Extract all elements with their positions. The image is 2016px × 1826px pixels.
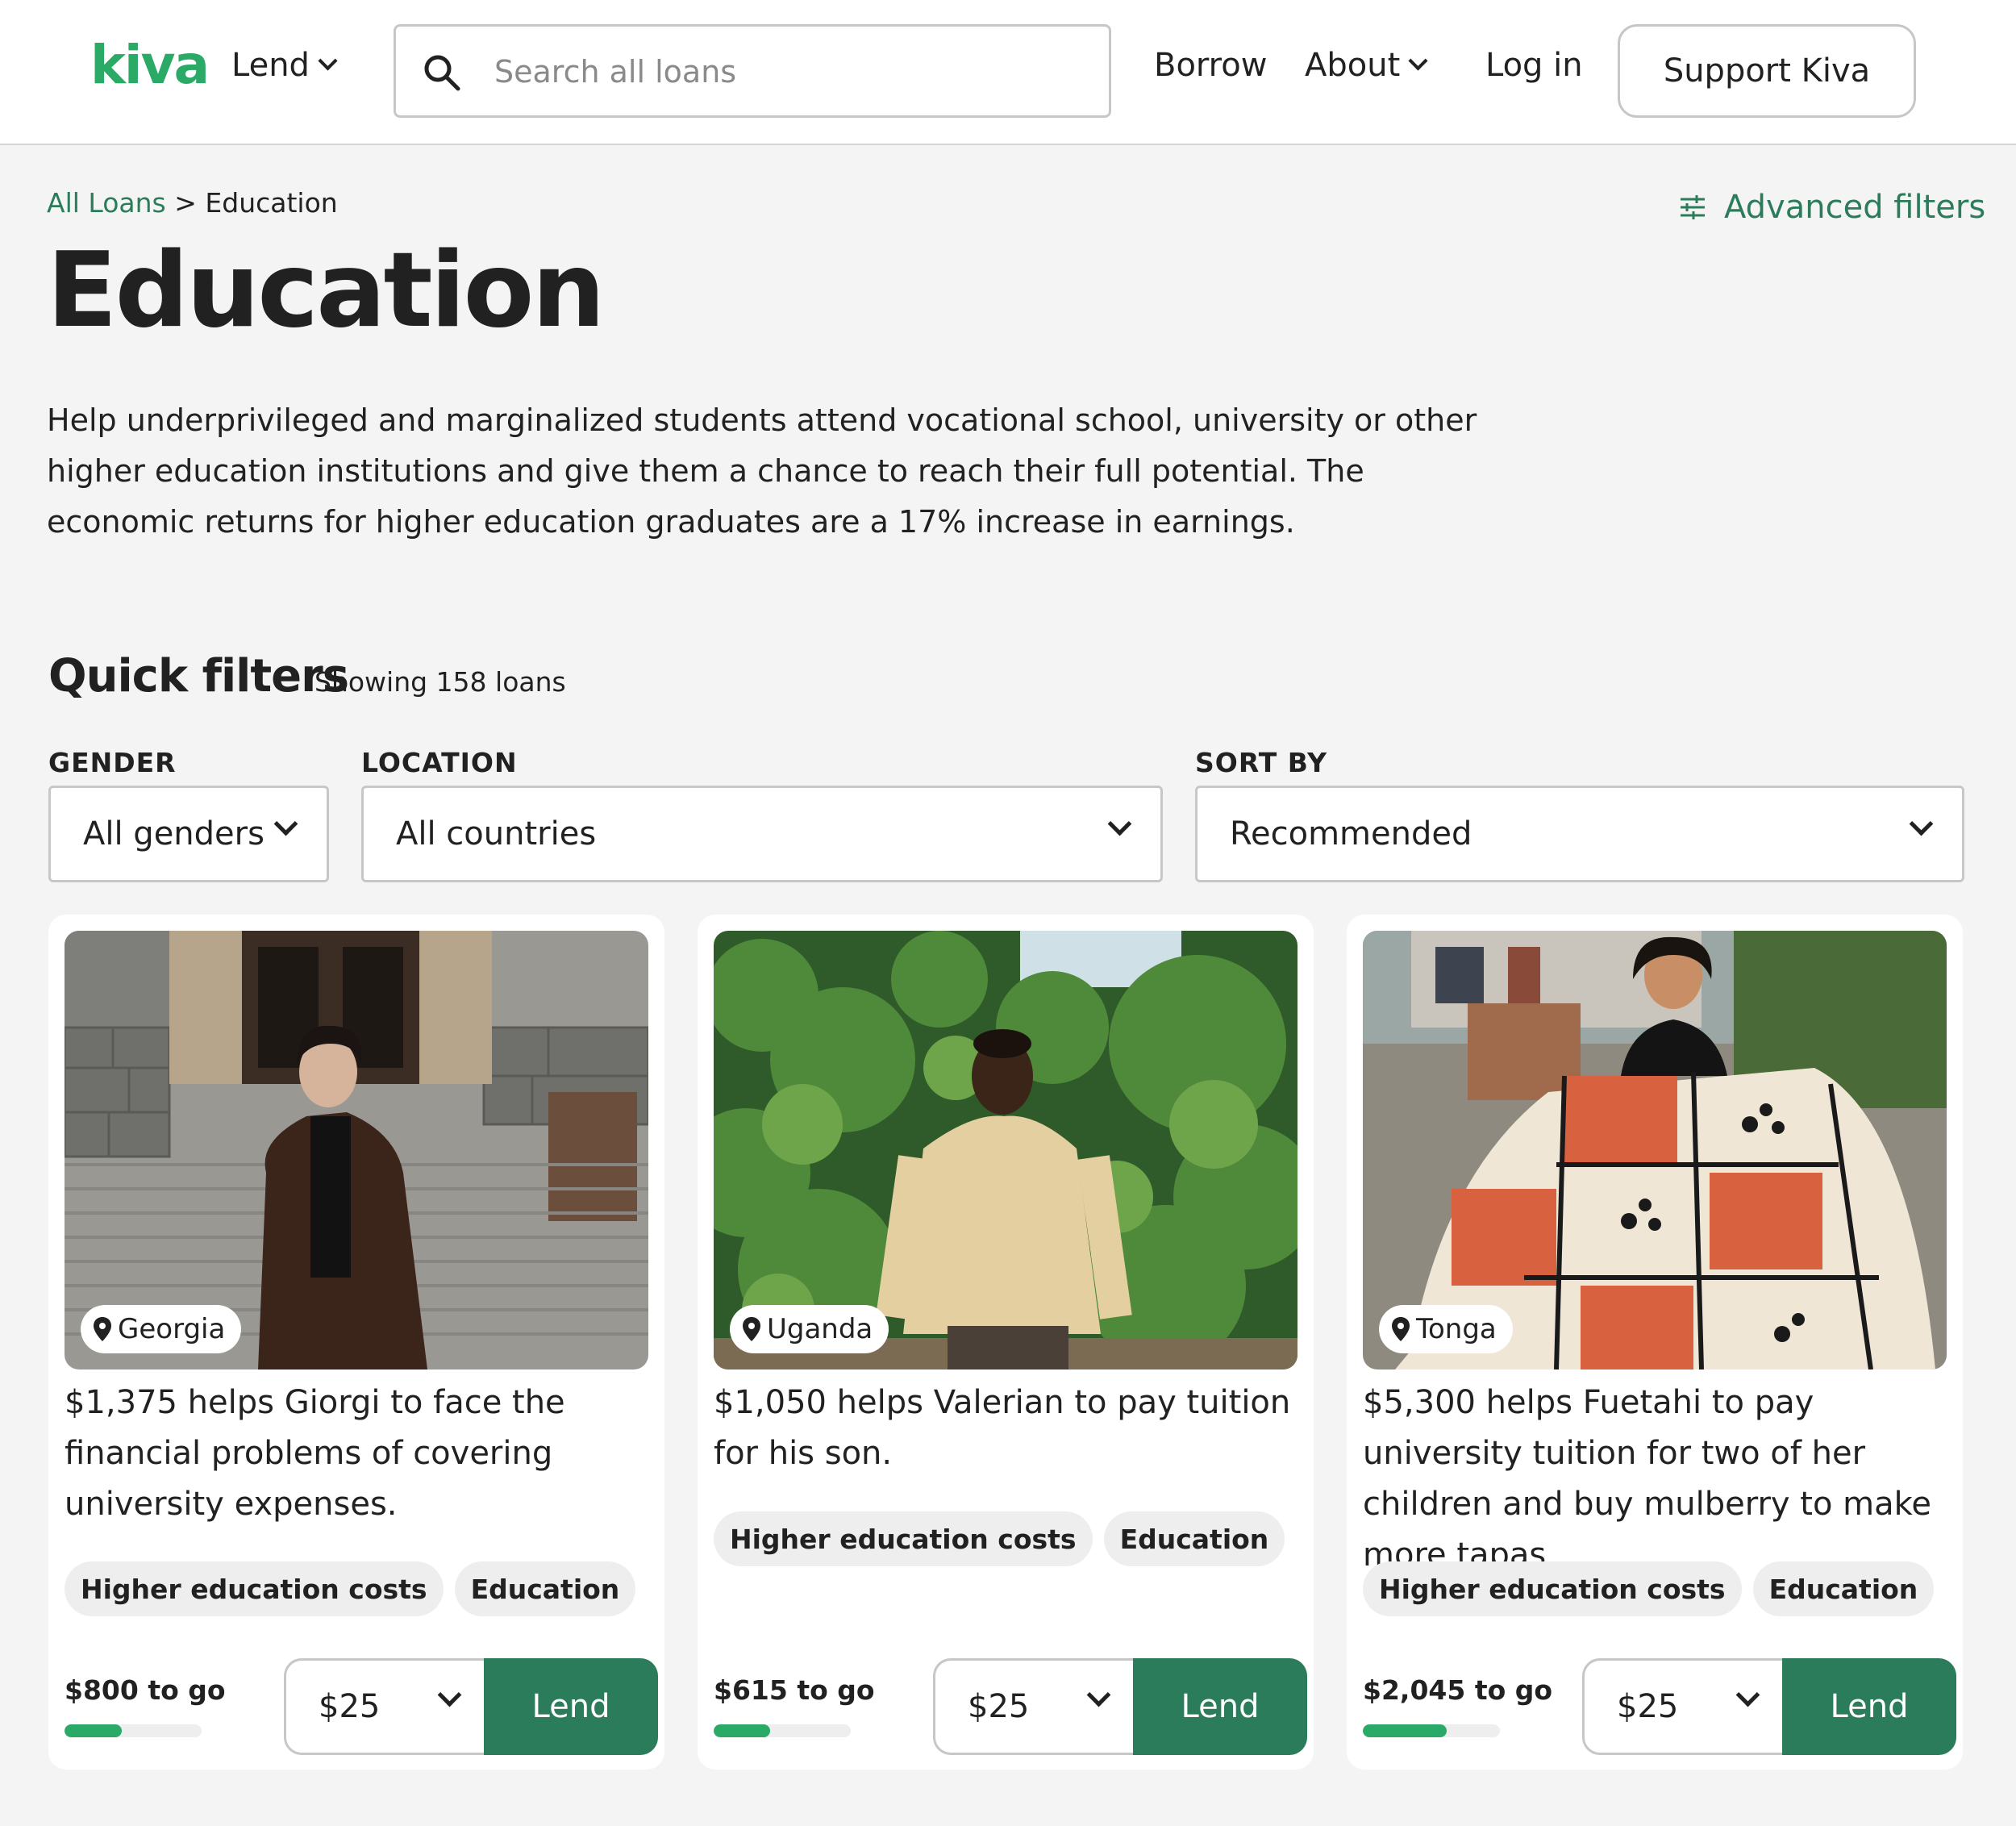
lend-button[interactable]: Lend [484,1658,658,1755]
map-pin-icon [743,1317,760,1341]
lend-amount-select[interactable]: $25 [284,1658,485,1755]
loan-card[interactable]: Georgia $1,375 helps Giorgi to face the … [48,915,664,1770]
chevron-down-icon [1735,1682,1760,1707]
lend-menu-label: Lend [231,47,310,84]
borrower-photo[interactable]: Georgia [65,931,648,1370]
tag-higher-education-costs[interactable]: Higher education costs [714,1511,1093,1566]
gender-select-value: All genders [83,815,264,853]
lend-amount-value: $25 [968,1688,1030,1725]
chevron-down-icon [437,1682,462,1707]
amount-to-go: $2,045 to go [1363,1674,1553,1706]
location-badge-label: Tonga [1416,1313,1497,1345]
loan-description[interactable]: $1,050 helps Valerian to pay tuition for… [714,1378,1297,1479]
sort-filter-label: SORT BY [1195,747,1327,778]
borrow-link[interactable]: Borrow [1154,47,1267,84]
page-title: Education [47,231,606,351]
lend-button[interactable]: Lend [1782,1658,1956,1755]
funding-progress-bar [65,1724,202,1737]
funding-progress-bar [714,1724,851,1737]
tag-education[interactable]: Education [1103,1511,1285,1566]
location-badge-label: Georgia [118,1313,226,1345]
loan-card[interactable]: Tonga $5,300 helps Fuetahi to pay univer… [1347,915,1963,1770]
sort-select-value: Recommended [1230,815,1472,853]
kiva-logo[interactable]: kiva [90,34,210,96]
search-input[interactable] [493,41,1077,102]
loan-description[interactable]: $1,375 helps Giorgi to face the financia… [65,1378,648,1530]
lend-button[interactable]: Lend [1133,1658,1307,1755]
lend-amount-select[interactable]: $25 [1582,1658,1784,1755]
search-box[interactable] [394,24,1111,118]
top-navigation-bar: kiva Lend Borrow About Log in Support Ki… [0,0,2016,145]
loan-tags: Higher education costs Education [1363,1561,1935,1616]
loan-tags: Higher education costs Education [714,1511,1285,1566]
loan-card[interactable]: Uganda $1,050 helps Valerian to pay tuit… [698,915,1314,1770]
login-link[interactable]: Log in [1485,47,1583,84]
loan-description[interactable]: $5,300 helps Fuetahi to pay university t… [1363,1378,1947,1581]
breadcrumb-current: Education [205,187,338,219]
chevron-down-icon [273,811,298,836]
chevron-down-icon [1086,1682,1111,1707]
tag-education[interactable]: Education [454,1561,636,1616]
about-menu[interactable]: About [1305,47,1428,84]
borrower-photo[interactable]: Tonga [1363,931,1947,1370]
chevron-down-icon [1408,50,1428,71]
lend-amount-value: $25 [1617,1688,1679,1725]
gender-filter-label: GENDER [48,747,177,778]
tag-higher-education-costs[interactable]: Higher education costs [1363,1561,1742,1616]
advanced-filters-label: Advanced filters [1724,189,1986,226]
tag-higher-education-costs[interactable]: Higher education costs [65,1561,444,1616]
breadcrumb-separator: > [174,187,197,219]
funding-progress-fill [1363,1724,1447,1737]
sort-select[interactable]: Recommended [1195,786,1964,882]
chevron-down-icon [1909,811,1934,836]
location-select-value: All countries [396,815,597,853]
breadcrumb-all-loans[interactable]: All Loans [47,187,166,219]
location-badge-label: Uganda [767,1313,873,1345]
advanced-filters-button[interactable]: Advanced filters [1679,189,1985,226]
tag-education[interactable]: Education [1752,1561,1935,1616]
sliders-icon [1681,195,1705,219]
borrower-photo[interactable]: Uganda [714,931,1297,1370]
location-badge: Tonga [1379,1305,1513,1353]
chevron-down-icon [1107,811,1132,836]
quick-filters-title: Quick filters [48,650,349,702]
lend-amount-value: $25 [319,1688,381,1725]
location-badge: Georgia [81,1305,242,1353]
amount-to-go: $800 to go [65,1674,226,1706]
gender-select[interactable]: All genders [48,786,329,882]
lend-menu[interactable]: Lend [231,47,338,84]
location-select[interactable]: All countries [361,786,1163,882]
location-badge: Uganda [730,1305,889,1353]
funding-progress-fill [714,1724,770,1737]
chevron-down-icon [318,50,338,71]
lend-amount-select[interactable]: $25 [933,1658,1135,1755]
about-menu-label: About [1305,47,1401,84]
loan-count: Showing 158 loans [314,666,566,698]
location-filter-label: LOCATION [361,747,518,778]
category-description: Help underprivileged and marginalized st… [47,402,1477,540]
amount-to-go: $615 to go [714,1674,875,1706]
map-pin-icon [1392,1317,1410,1341]
search-icon [424,55,460,91]
map-pin-icon [94,1317,111,1341]
support-kiva-button[interactable]: Support Kiva [1618,24,1916,118]
funding-progress-fill [65,1724,123,1737]
breadcrumb: All Loans > Education [47,187,338,219]
loan-tags: Higher education costs Education [65,1561,636,1616]
funding-progress-bar [1363,1724,1500,1737]
